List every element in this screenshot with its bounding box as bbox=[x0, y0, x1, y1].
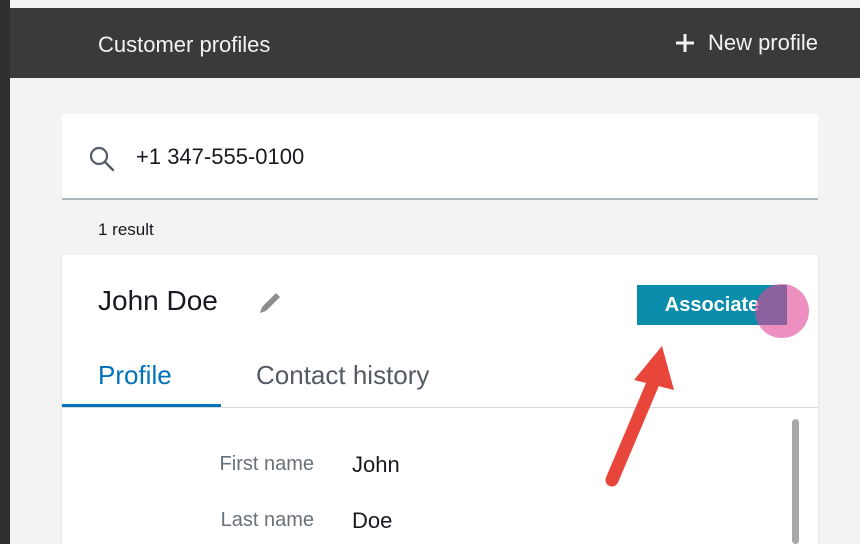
header-bar: Customer profiles New profile bbox=[10, 8, 860, 78]
page-title: Customer profiles bbox=[98, 32, 271, 57]
app-frame: Customer profiles New profile 1 result J… bbox=[0, 0, 864, 544]
first-name-label: First name bbox=[219, 453, 314, 475]
tab-profile[interactable]: Profile bbox=[98, 360, 172, 391]
red-arrow-icon bbox=[605, 346, 674, 487]
last-name-label: Last name bbox=[220, 509, 314, 531]
plus-icon bbox=[675, 34, 694, 52]
search-box bbox=[62, 114, 818, 200]
new-profile-label: New profile bbox=[707, 30, 818, 55]
profile-name: John Doe bbox=[98, 285, 218, 316]
search-icon bbox=[89, 146, 115, 172]
last-name-value: Doe bbox=[352, 508, 393, 533]
profile-tabs: Profile Contact history bbox=[62, 350, 818, 408]
tab-contact-history[interactable]: Contact history bbox=[256, 360, 429, 391]
first-name-value: John bbox=[352, 452, 400, 477]
active-tab-indicator bbox=[62, 404, 221, 407]
click-highlight bbox=[755, 284, 809, 338]
profile-card: John Doe Associate Profile Contact histo… bbox=[62, 255, 818, 544]
new-profile-button[interactable]: New profile bbox=[674, 30, 818, 56]
scrollbar[interactable] bbox=[792, 419, 799, 544]
pencil-icon[interactable] bbox=[256, 287, 286, 317]
result-count: 1 result bbox=[98, 220, 154, 239]
search-input[interactable] bbox=[134, 136, 798, 178]
